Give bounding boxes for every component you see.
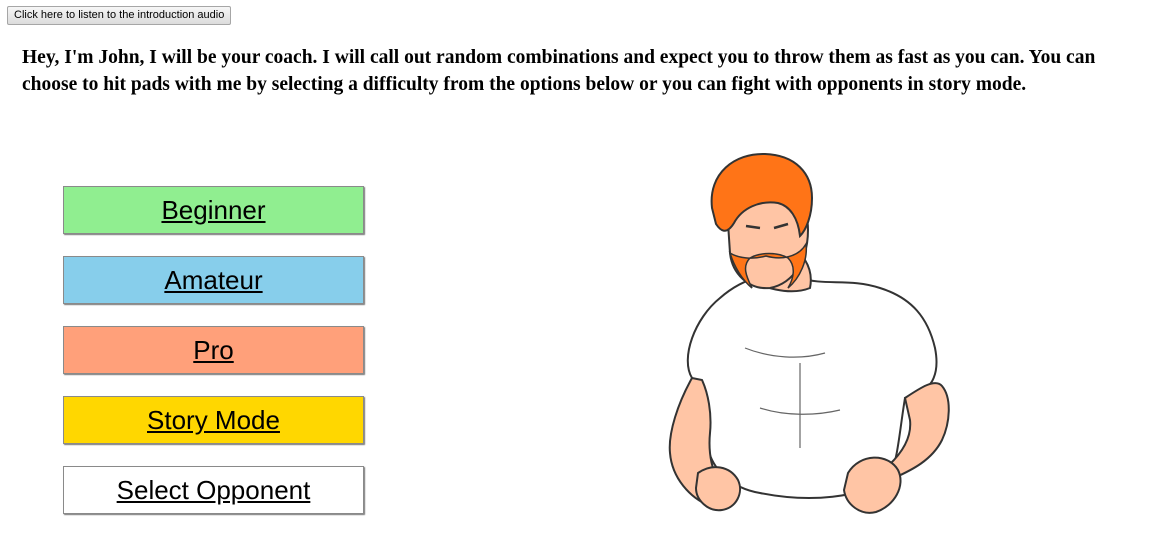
- intro-text: Hey, I'm John, I will be your coach. I w…: [22, 47, 1096, 95]
- amateur-button[interactable]: Amateur: [63, 256, 364, 304]
- coach-right-fist: [842, 456, 902, 514]
- coach-left-fist: [694, 466, 741, 512]
- intro-audio-button[interactable]: Click here to listen to the introduction…: [7, 6, 232, 25]
- select-opponent-button[interactable]: Select Opponent: [63, 466, 364, 514]
- story-mode-button[interactable]: Story Mode: [63, 396, 364, 444]
- pro-button[interactable]: Pro: [63, 326, 364, 374]
- coach-illustration: [668, 152, 950, 514]
- beginner-button[interactable]: Beginner: [63, 186, 364, 234]
